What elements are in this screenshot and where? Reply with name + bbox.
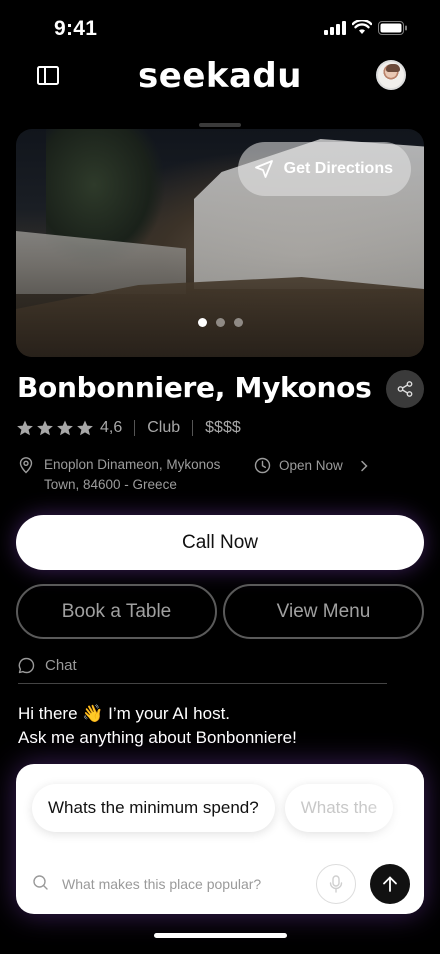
hours-status: Open Now — [279, 458, 343, 473]
app-header: seekadu — [0, 56, 440, 100]
chat-section-header: Chat — [18, 657, 77, 674]
search-icon — [33, 875, 48, 890]
meta-separator — [134, 420, 136, 436]
address-line-2[interactable]: Town, 84600 - Greece — [44, 477, 177, 492]
address-line-1[interactable]: Enoplon Dinameon, Mykonos — [44, 457, 220, 472]
get-directions-button[interactable]: Get Directions — [237, 142, 411, 196]
status-icons — [324, 20, 408, 35]
chat-input-row — [32, 862, 410, 906]
app-logo: seekadu — [138, 56, 302, 96]
sheet-handle[interactable] — [199, 123, 241, 127]
suggestion-chips[interactable]: Whats the minimum spend? Whats the — [32, 784, 394, 832]
voice-input-button[interactable] — [316, 864, 356, 904]
opening-hours[interactable]: Open Now — [254, 457, 371, 474]
status-bar: 9:41 — [0, 0, 440, 56]
call-now-button[interactable]: Call Now — [16, 515, 424, 570]
navigation-arrow-icon — [254, 160, 273, 178]
venue-title: Bonbonniere, Mykonos — [17, 371, 372, 404]
cellular-signal-icon — [324, 20, 346, 35]
location-pin-icon — [19, 457, 33, 474]
suggestion-fade — [364, 774, 424, 844]
get-directions-label: Get Directions — [283, 160, 393, 177]
chat-label: Chat — [45, 657, 77, 674]
chat-panel: Whats the minimum spend? Whats the — [16, 764, 424, 914]
venue-meta: 4,6 Club $$$$ — [16, 417, 241, 439]
chat-input[interactable] — [62, 874, 312, 894]
chat-divider — [18, 683, 387, 684]
book-table-button[interactable]: Book a Table — [16, 584, 217, 639]
wifi-icon — [352, 20, 372, 34]
carousel-dot[interactable] — [197, 318, 207, 327]
star-icon — [77, 420, 93, 436]
greeting-line-1: Hi there 👋 I’m your AI host. — [18, 704, 231, 723]
venue-price: $$$$ — [205, 419, 241, 436]
carousel-dots — [16, 318, 424, 327]
star-icon — [17, 420, 33, 436]
star-icon — [37, 420, 53, 436]
share-button[interactable] — [386, 370, 424, 408]
suggestion-chip[interactable]: Whats the minimum spend? — [32, 784, 275, 832]
home-indicator[interactable] — [154, 933, 287, 938]
chevron-right-icon — [361, 460, 368, 471]
send-button[interactable] — [370, 864, 410, 904]
battery-icon — [378, 20, 407, 35]
rating-stars — [16, 419, 94, 437]
avatar[interactable] — [376, 60, 406, 90]
view-menu-button[interactable]: View Menu — [223, 584, 424, 639]
chat-bubble-icon — [18, 657, 35, 674]
clock-icon — [254, 457, 271, 474]
star-icon — [57, 420, 73, 436]
share-icon — [397, 381, 413, 397]
status-time: 9:41 — [54, 17, 98, 40]
venue-photo-carousel[interactable]: Get Directions — [16, 129, 424, 357]
venue-category: Club — [147, 419, 181, 436]
ai-greeting: Hi there 👋 I’m your AI host. Ask me anyt… — [18, 702, 297, 750]
meta-separator — [192, 420, 194, 436]
carousel-dot[interactable] — [233, 318, 243, 327]
carousel-dot[interactable] — [215, 318, 225, 327]
greeting-line-2: Ask me anything about Bonbonniere! — [18, 728, 297, 747]
rating-value: 4,6 — [100, 419, 123, 436]
microphone-icon — [329, 875, 343, 893]
arrow-up-icon — [383, 876, 397, 892]
